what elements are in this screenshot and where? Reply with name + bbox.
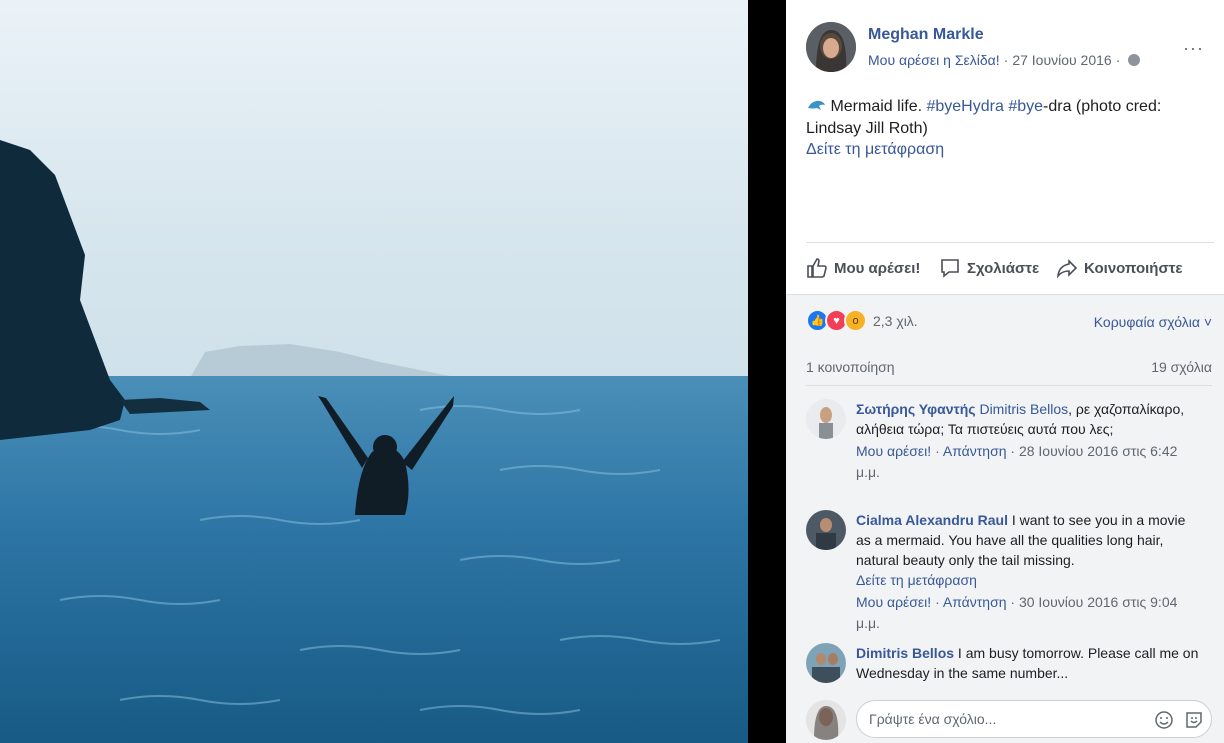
post-side-panel: Meghan Markle Μου αρέσει η Σελίδα! · 27 Ιο… [786,0,1224,743]
share-comment-counts: 1 κοινοποίηση 19 σχόλια [806,359,1212,375]
comment-composer: Γράψτε ένα σχόλιο... [786,698,1224,743]
current-user-avatar-image [806,700,846,740]
commenter-avatar[interactable] [806,399,846,439]
comment-see-translation[interactable]: Δείτε τη μετάφραση [856,570,1201,590]
post-photo[interactable] [0,0,748,743]
post-text: Mermaid life. #byeHydra #bye-dra (photo … [806,96,1206,140]
comment-reply-link[interactable]: Απάντηση [943,443,1007,459]
share-button[interactable]: Κοινοποιήστε [1056,257,1183,279]
more-icon[interactable]: ··· [1183,38,1204,59]
like-label: Μου αρέσει! [834,259,921,277]
author-name[interactable]: Meghan Markle [868,26,984,44]
globe-icon [1128,54,1141,66]
comment-like-link[interactable]: Μου αρέσει! [856,443,931,459]
commenter-name[interactable]: Dimitris Bellos [856,645,954,661]
commenter-name[interactable]: Cialma Alexandru Raul [856,512,1008,528]
current-user-avatar [806,700,846,740]
commenter-avatar-image [806,643,846,683]
comments-area: 👍 ♥ o 2,3 χιλ. Κορυφαία σχόλια ˅ 1 κοινο… [786,294,1224,743]
comment-like-link[interactable]: Μου αρέσει! [856,594,931,610]
author-avatar-image [806,22,856,72]
comment-meta: Μου αρέσει! · Απάντηση · 30 Ιουνίου 2016… [856,594,1178,631]
composer-icons [1154,710,1204,730]
comment-button[interactable]: Σχολιάστε [939,257,1039,279]
author-avatar[interactable] [806,22,856,72]
like-button[interactable]: Μου αρέσει! [806,257,920,279]
tagged-user[interactable]: Dimitris Bellos [979,401,1068,417]
post-meta: Μου αρέσει η Σελίδα! · 27 Ιουνίου 2016 · [868,52,1141,68]
top-comments-dropdown[interactable]: Κορυφαία σχόλια ˅ [1094,314,1212,330]
commenter-avatar[interactable] [806,643,846,683]
hashtag-bye[interactable]: #bye [1008,98,1043,115]
reactions-count: 2,3 χιλ. [873,312,918,329]
post-date[interactable]: 27 Ιουνίου 2016 [1012,52,1111,68]
commenter-avatar-image [806,510,846,550]
share-icon [1056,259,1078,279]
reactions-summary[interactable]: 👍 ♥ o 2,3 χιλ. [806,309,918,332]
comment-reply-link[interactable]: Απάντηση [943,594,1007,610]
commenter-avatar[interactable] [806,510,846,550]
post-text-main: Mermaid life. [830,98,927,115]
meta-separator: · [1003,52,1009,68]
comment-meta: Μου αρέσει! · Απάντηση · 28 Ιουνίου 2016… [856,443,1178,480]
wow-reaction-icon: o [844,309,867,332]
commenter-avatar-image [806,399,846,439]
photo-viewer-gap [748,0,786,743]
see-translation-link[interactable]: Δείτε τη μετάφραση [806,141,944,159]
post-header: Meghan Markle Μου αρέσει η Σελίδα! · 27 Ιο… [806,20,1216,76]
post-actions: Μου αρέσει! Σχολιάστε Κοινοποιήστε [806,242,1214,295]
shares-count[interactable]: 1 κοινοποίηση [806,359,895,375]
comment-icon [941,259,959,278]
hashtag-byehydra[interactable]: #byeHydra [926,98,1003,115]
sea-photo-image [0,0,748,743]
comment-body: Dimitris Bellos I am busy tomorrow. Plea… [856,643,1201,683]
commenter-name[interactable]: Σωτήρης Υφαντής [856,401,976,417]
comment-body: Σωτήρης Υφαντής Dimitris Bellos, ρε χαζο… [856,399,1201,483]
comments-count[interactable]: 19 σχόλια [1151,359,1212,375]
meta-separator-2: · [1115,52,1121,68]
emoji-icon[interactable] [1154,710,1174,730]
like-page-link[interactable]: Μου αρέσει η Σελίδα! [868,52,1000,68]
share-label: Κοινοποιήστε [1084,259,1183,277]
comment-label: Σχολιάστε [967,259,1040,277]
comment-body: Cialma Alexandru Raul I want to see you … [856,510,1201,634]
dolphin-icon [808,100,825,110]
sticker-icon[interactable] [1184,710,1204,730]
like-icon [807,258,827,278]
divider [806,385,1212,386]
